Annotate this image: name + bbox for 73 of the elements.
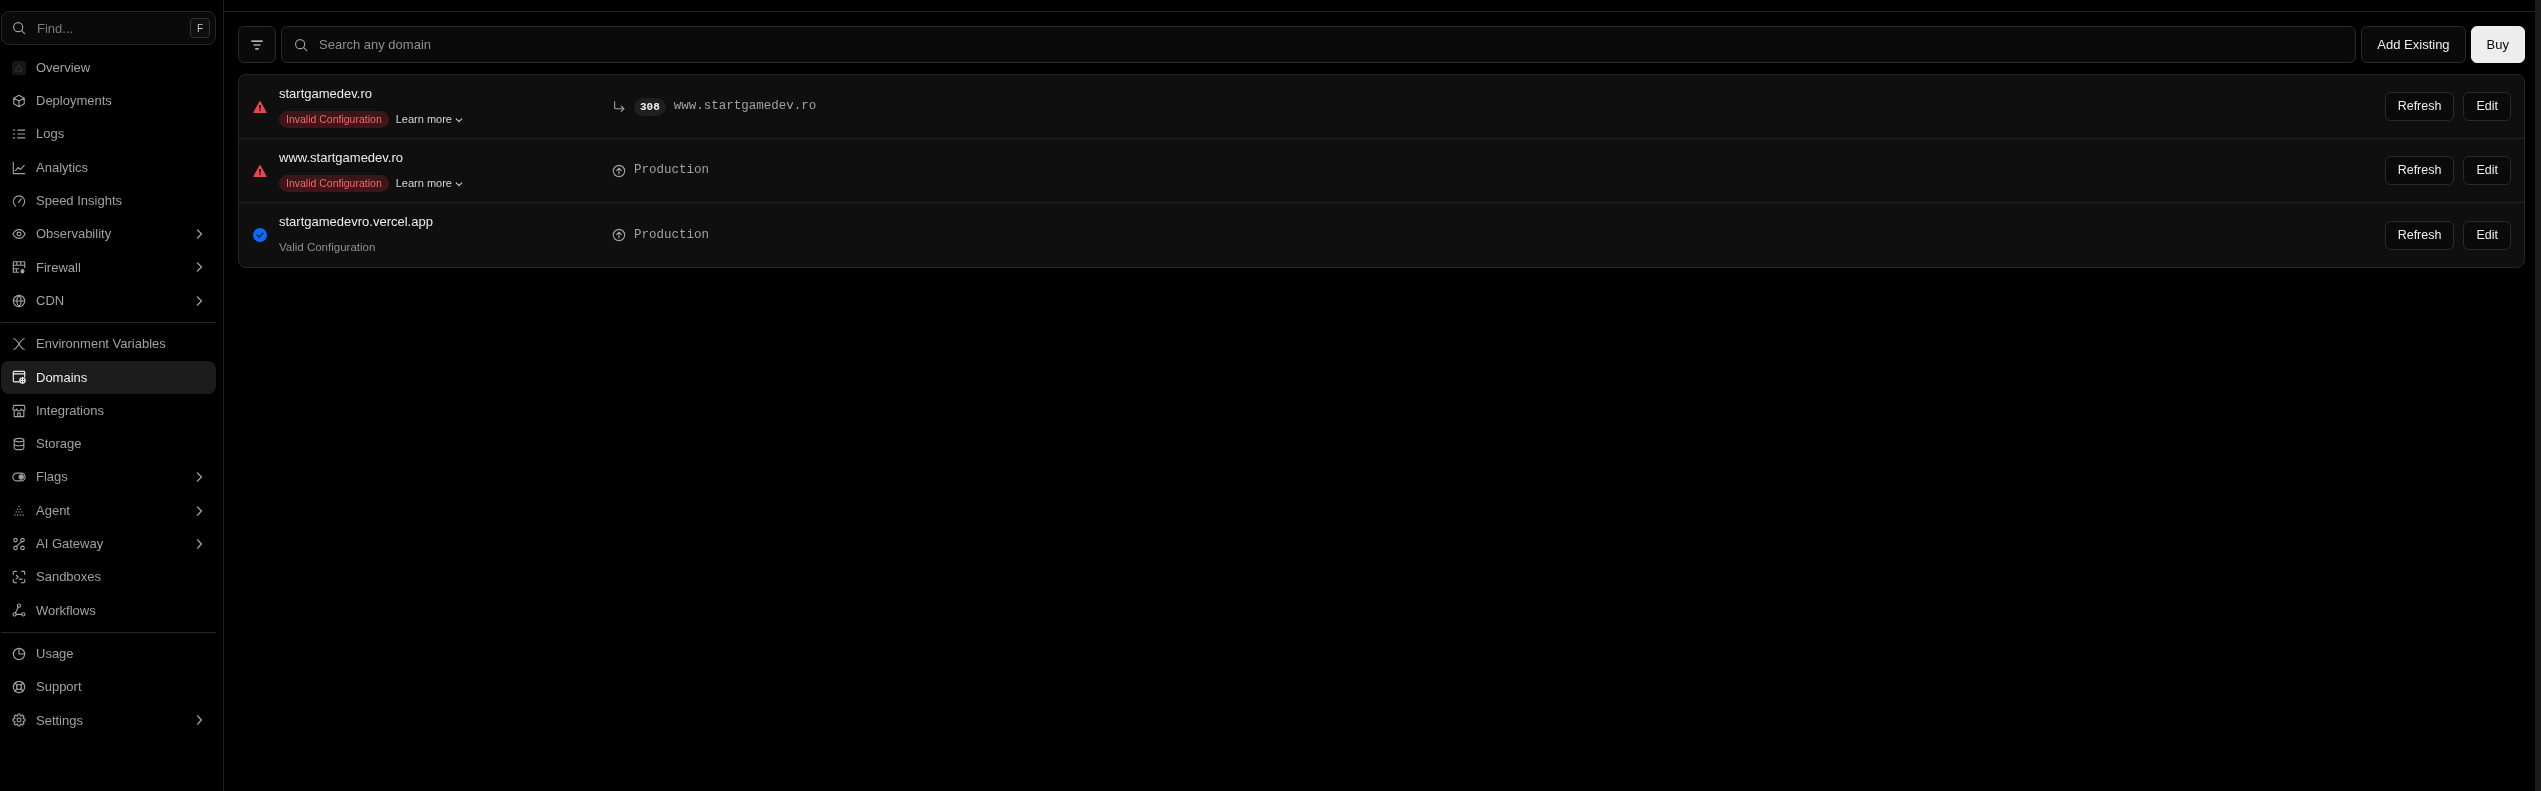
redirect-code-badge: 308 [634,97,666,116]
terminal-frame-icon [12,570,26,585]
buy-button[interactable]: Buy [2470,26,2525,63]
sidebar-item[interactable]: Sandboxes [1,560,216,594]
line-chart-icon [12,160,26,175]
edit-button[interactable]: Edit [2463,156,2511,185]
warning-icon [253,163,267,178]
refresh-button[interactable]: Refresh [2384,92,2455,121]
warning-icon [253,99,267,114]
database-icon [12,436,26,451]
crossed-curves-icon [12,337,26,351]
add-existing-button[interactable]: Add Existing [2361,26,2466,63]
sidebar-item[interactable]: Domains [1,360,216,394]
shortcut-key: F [190,18,210,38]
redirect-target-text: www.startgamedev.ro [673,98,817,116]
environment-text: Production [634,226,709,244]
sidebar-item[interactable]: Agent [1,493,216,528]
domain-link[interactable]: startgamedevro.vercel.app [279,213,433,231]
learn-more-button[interactable]: Learn more [395,111,463,128]
pie-chart-icon [12,646,26,661]
search-icon [12,21,26,35]
caret-icon [455,115,463,124]
check-circle-icon [253,228,267,242]
sidebar-item[interactable]: Firewall [1,250,216,285]
sidebar-item[interactable]: Environment Variables [1,327,216,361]
browser-globe-icon [12,370,26,385]
nodes-icon [12,536,26,551]
sidebar-item[interactable]: CDN [1,284,216,318]
edit-button[interactable]: Edit [2463,220,2511,250]
refresh-button[interactable]: Refresh [2384,220,2455,250]
sidebar-item[interactable]: Usage [1,637,216,671]
sidebar-item[interactable]: Flags [1,460,216,494]
settings-icon [12,713,26,728]
refresh-button[interactable]: Refresh [2384,156,2455,185]
storefront-icon [12,403,26,418]
search-field[interactable]: Search any domain [281,26,2357,63]
filter-icon [250,37,264,52]
connected-nodes-icon [12,603,26,618]
domain-link[interactable]: startgamedev.ro [279,84,372,103]
learn-more-button[interactable]: Learn more [395,175,463,192]
sidebar-item[interactable]: Speed Insights [1,184,216,218]
dotted-triangle-icon [12,503,26,518]
sidebar-item[interactable]: Logs [1,117,216,151]
sidebar-item[interactable]: Workflows [1,593,216,628]
sidebar-item[interactable]: Storage [1,427,216,461]
domain-link[interactable]: www.startgamedev.ro [279,148,404,167]
filter-button[interactable] [238,26,276,63]
edit-button[interactable]: Edit [2463,92,2511,121]
sidebar-item[interactable]: Overview [1,51,216,85]
caret-icon [455,179,463,188]
search-icon [294,37,308,52]
corner-arrow-icon [612,99,626,114]
status-badge: Invalid Configuration [279,111,389,128]
sidebar-item[interactable]: Analytics [1,150,216,185]
arrow-up-circle-icon [612,163,626,178]
sidebar-item[interactable]: Integrations [1,393,216,428]
status-text: Valid Configuration [279,240,376,256]
cube-icon [12,93,26,108]
sidebar-item[interactable]: Observability [1,217,216,251]
environment-text: Production [634,162,709,180]
globe-icon [12,293,26,308]
list-icon [12,127,26,142]
toggle-icon [12,470,26,485]
lifebuoy-icon [12,680,26,694]
brick-wall-icon [12,260,26,275]
status-badge: Invalid Configuration [279,175,389,192]
arrow-up-circle-icon [612,228,626,242]
sidebar-item[interactable]: Support [1,670,216,704]
sidebar-item[interactable]: AI Gateway [1,527,216,561]
gauge-icon [12,193,26,208]
sidebar-item[interactable]: Deployments [1,84,216,118]
sidebar-item[interactable]: Settings [1,703,216,737]
eye-icon [12,227,26,242]
